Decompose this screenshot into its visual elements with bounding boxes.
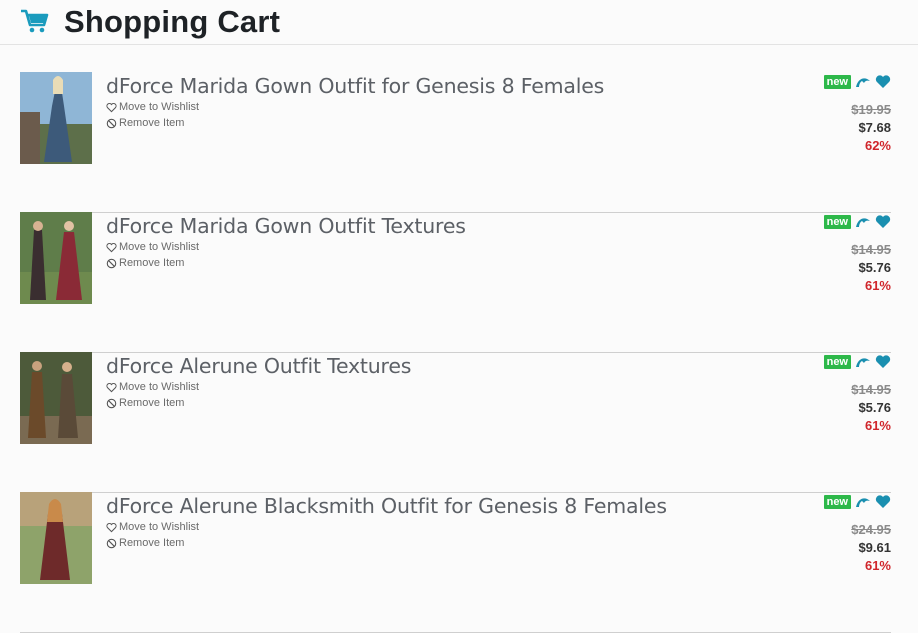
product-thumbnail[interactable] xyxy=(20,352,92,444)
remove-item-link[interactable]: Remove Item xyxy=(106,117,184,129)
dolphin-icon xyxy=(856,77,870,87)
discount-percent: 61% xyxy=(864,418,891,433)
product-thumbnail[interactable] xyxy=(20,72,92,164)
dolphin-icon xyxy=(856,357,870,367)
cart-item: dForce Alerune Outfit Textures Move to W… xyxy=(20,352,891,493)
move-to-wishlist-link[interactable]: Move to Wishlist xyxy=(106,241,199,253)
heart-outline-icon xyxy=(106,522,117,532)
remove-item-link[interactable]: Remove Item xyxy=(106,397,184,409)
sale-price: $7.68 xyxy=(858,120,891,135)
sale-price: $5.76 xyxy=(858,260,891,275)
cart-item: dForce Marida Gown Outfit for Genesis 8 … xyxy=(20,72,891,213)
item-badges: new xyxy=(823,74,891,89)
product-thumbnail[interactable] xyxy=(20,212,92,304)
new-badge: new xyxy=(823,354,851,369)
heart-outline-icon xyxy=(106,102,117,112)
heart-icon[interactable] xyxy=(875,74,891,89)
discount-percent: 61% xyxy=(864,278,891,293)
product-name[interactable]: dForce Alerune Blacksmith Outfit for Gen… xyxy=(106,494,667,518)
page-title: Shopping Cart xyxy=(64,4,281,39)
original-price: $19.95 xyxy=(851,102,891,117)
new-badge: new xyxy=(823,74,851,89)
item-badges: new xyxy=(823,494,891,509)
product-name[interactable]: dForce Marida Gown Outfit Textures xyxy=(106,214,466,238)
product-name[interactable]: dForce Alerune Outfit Textures xyxy=(106,354,411,378)
product-name[interactable]: dForce Marida Gown Outfit for Genesis 8 … xyxy=(106,74,604,98)
original-price: $24.95 xyxy=(851,522,891,537)
heart-outline-icon xyxy=(106,242,117,252)
heart-outline-icon xyxy=(106,382,117,392)
cart-item: dForce Marida Gown Outfit Textures Move … xyxy=(20,212,891,353)
price-block: $19.95 $7.68 62% xyxy=(851,101,891,155)
price-block: $24.95 $9.61 61% xyxy=(851,521,891,575)
ban-icon xyxy=(106,398,117,408)
move-to-wishlist-link[interactable]: Move to Wishlist xyxy=(106,101,199,113)
heart-icon[interactable] xyxy=(875,214,891,229)
heart-icon[interactable] xyxy=(875,494,891,509)
move-to-wishlist-link[interactable]: Move to Wishlist xyxy=(106,381,199,393)
heart-icon[interactable] xyxy=(875,354,891,369)
ban-icon xyxy=(106,538,117,548)
sale-price: $9.61 xyxy=(858,540,891,555)
original-price: $14.95 xyxy=(851,242,891,257)
ban-icon xyxy=(106,118,117,128)
new-badge: new xyxy=(823,494,851,509)
remove-item-link[interactable]: Remove Item xyxy=(106,257,184,269)
remove-item-link[interactable]: Remove Item xyxy=(106,537,184,549)
discount-percent: 62% xyxy=(864,138,891,153)
dolphin-icon xyxy=(856,497,870,507)
move-to-wishlist-link[interactable]: Move to Wishlist xyxy=(106,521,199,533)
original-price: $14.95 xyxy=(851,382,891,397)
price-block: $14.95 $5.76 61% xyxy=(851,381,891,435)
cart-icon xyxy=(21,9,49,33)
product-thumbnail[interactable] xyxy=(20,492,92,584)
cart-header: Shopping Cart xyxy=(0,0,918,45)
item-badges: new xyxy=(823,354,891,369)
new-badge: new xyxy=(823,214,851,229)
dolphin-icon xyxy=(856,217,870,227)
item-badges: new xyxy=(823,214,891,229)
discount-percent: 61% xyxy=(864,558,891,573)
ban-icon xyxy=(106,258,117,268)
price-block: $14.95 $5.76 61% xyxy=(851,241,891,295)
sale-price: $5.76 xyxy=(858,400,891,415)
